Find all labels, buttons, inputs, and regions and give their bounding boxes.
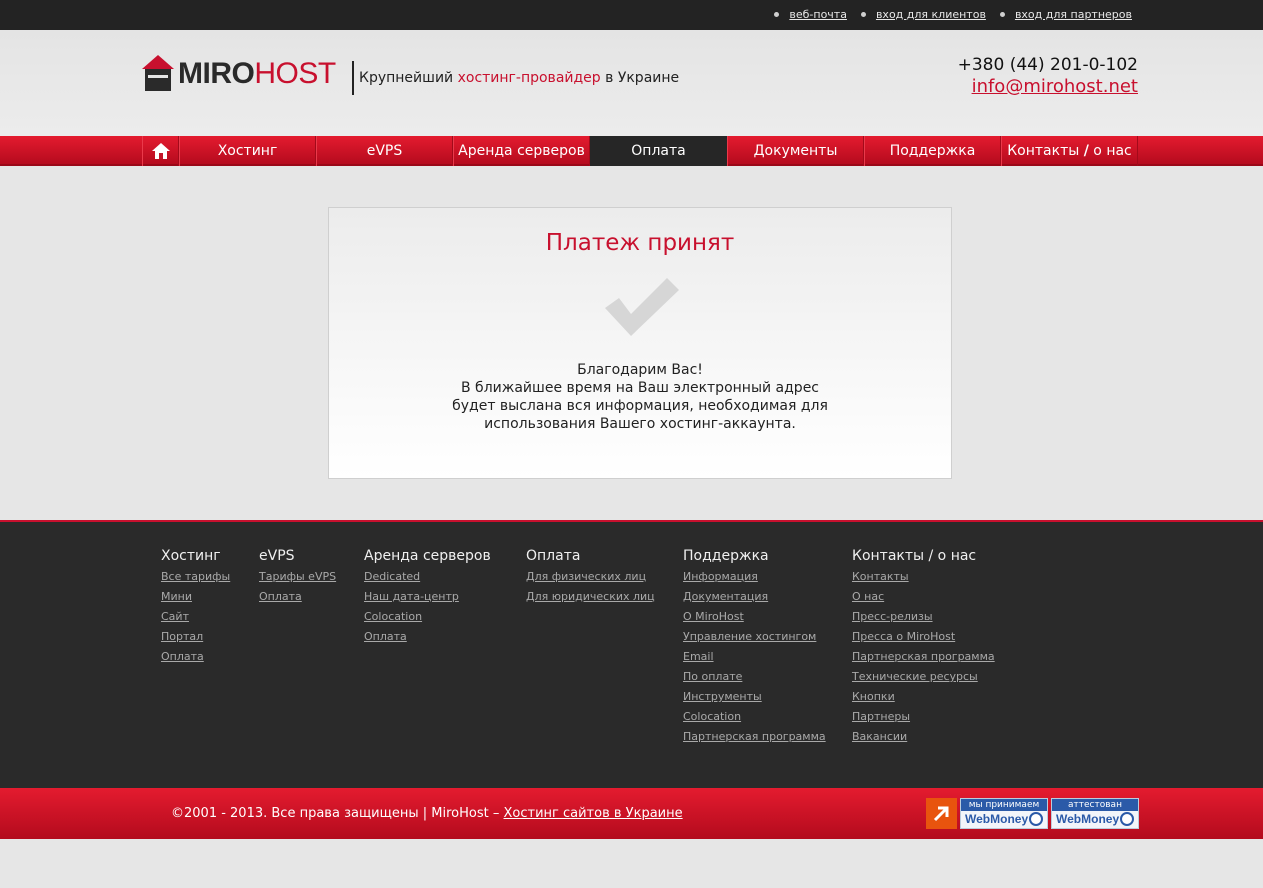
footer-link[interactable]: Партнерская программа: [852, 647, 995, 667]
footer-link[interactable]: Colocation: [683, 707, 826, 727]
message-line: будет выслана вся информация, необходима…: [452, 398, 828, 414]
bullet-icon: [774, 12, 780, 17]
webmoney-accept-badge[interactable]: мы принимаем WebMoney: [960, 798, 1048, 829]
top-bar: веб-почта вход для клиентов вход для пар…: [0, 0, 1263, 30]
phone-number: +380 (44) 201-0-102: [957, 55, 1138, 75]
payment-badges: мы принимаем WebMoney аттестован WebMone…: [926, 798, 1139, 829]
footer-heading: eVPS: [259, 548, 295, 564]
site-footer: Хостинг Все тарифы Мини Сайт Портал Опла…: [0, 520, 1263, 788]
nav-home[interactable]: [142, 136, 179, 166]
client-login-link[interactable]: вход для клиентов: [876, 8, 986, 21]
top-link-webmail: веб-почта: [774, 8, 847, 21]
footer-link[interactable]: Пресс-релизы: [852, 607, 995, 627]
webmail-link[interactable]: веб-почта: [789, 8, 847, 21]
footer-link[interactable]: Оплата: [161, 647, 230, 667]
message-line: использования Вашего хостинг-аккаунта.: [484, 416, 796, 432]
logo-divider: [352, 61, 354, 95]
nav-support[interactable]: Поддержка: [864, 136, 1001, 166]
footer-heading: Хостинг: [161, 548, 221, 564]
footer-link[interactable]: Email: [683, 647, 826, 667]
footer-col-hosting: Хостинг Все тарифы Мини Сайт Портал Опла…: [161, 547, 230, 667]
house-logo-icon: [142, 55, 174, 93]
footer-link[interactable]: Кнопки: [852, 687, 995, 707]
footer-col-servers: Аренда серверов Dedicated Наш дата-центр…: [364, 547, 491, 647]
footer-link[interactable]: Мини: [161, 587, 230, 607]
footer-col-contacts: Контакты / о нас Контакты О нас Пресс-ре…: [852, 547, 995, 747]
footer-link[interactable]: Партнеры: [852, 707, 995, 727]
home-icon: [151, 143, 170, 159]
footer-link[interactable]: Наш дата-центр: [364, 587, 491, 607]
copyright: ©2001 - 2013. Все права защищены | MiroH…: [171, 806, 683, 821]
footer-link[interactable]: Вакансии: [852, 727, 995, 747]
message-line: Благодарим Вас!: [577, 362, 703, 378]
footer-link[interactable]: Информация: [683, 567, 826, 587]
footer-link[interactable]: О MiroHost: [683, 607, 826, 627]
main-nav: Хостинг eVPS Аренда серверов Оплата Доку…: [0, 136, 1263, 166]
site-logo[interactable]: MIROHOST: [142, 54, 336, 94]
footer-link[interactable]: О нас: [852, 587, 995, 607]
email-link[interactable]: info@mirohost.net: [972, 76, 1138, 97]
payment-message: Благодарим Вас! В ближайшее время на Ваш…: [329, 361, 951, 433]
payment-title: Платеж принят: [545, 230, 735, 256]
footer-link[interactable]: Партнерская программа: [683, 727, 826, 747]
page-background: [0, 839, 1263, 888]
message-line: В ближайшее время на Ваш электронный адр…: [461, 380, 819, 396]
footer-link[interactable]: Сайт: [161, 607, 230, 627]
nav-evps[interactable]: eVPS: [316, 136, 453, 166]
top-link-partners: вход для партнеров: [999, 8, 1132, 21]
bullet-icon: [860, 12, 866, 17]
header-contact: +380 (44) 201-0-102 info@mirohost.net: [958, 54, 1138, 98]
footer-link[interactable]: Оплата: [364, 627, 491, 647]
footer-col-support: Поддержка Информация Документация О Miro…: [683, 547, 826, 747]
footer-link[interactable]: Управление хостингом: [683, 627, 826, 647]
footer-link[interactable]: Портал: [161, 627, 230, 647]
footer-link[interactable]: Все тарифы: [161, 567, 230, 587]
footer-link[interactable]: Технические ресурсы: [852, 667, 995, 687]
arrow-badge-icon[interactable]: [926, 798, 957, 829]
footer-heading: Оплата: [526, 548, 581, 564]
nav-payment[interactable]: Оплата: [590, 136, 727, 166]
bullet-icon: [999, 12, 1005, 17]
top-link-clients: вход для клиентов: [860, 8, 986, 21]
tagline: Крупнейший хостинг-провайдер в Украине: [359, 70, 680, 86]
footer-link[interactable]: Тарифы eVPS: [259, 567, 336, 587]
globe-icon: [1120, 812, 1134, 826]
footer-col-payment: Оплата Для физических лиц Для юридически…: [526, 547, 655, 607]
footer-link[interactable]: Оплата: [259, 587, 336, 607]
nav-hosting[interactable]: Хостинг: [179, 136, 316, 166]
footer-heading: Контакты / о нас: [852, 548, 977, 564]
footer-link[interactable]: Для физических лиц: [526, 567, 655, 587]
nav-documents[interactable]: Документы: [727, 136, 864, 166]
logo-text: MIROHOST: [178, 57, 336, 90]
footer-link[interactable]: Контакты: [852, 567, 995, 587]
footer-link[interactable]: Документация: [683, 587, 826, 607]
footer-link[interactable]: Dedicated: [364, 567, 491, 587]
footer-heading: Поддержка: [683, 548, 769, 564]
partner-login-link[interactable]: вход для партнеров: [1015, 8, 1132, 21]
bottom-bar: ©2001 - 2013. Все права защищены | MiroH…: [0, 788, 1263, 839]
payment-confirmation-card: Платеж принят Благодарим Вас! В ближайше…: [328, 207, 952, 479]
checkmark-icon: [605, 278, 679, 336]
nav-contacts[interactable]: Контакты / о нас: [1001, 136, 1138, 166]
globe-icon: [1029, 812, 1043, 826]
footer-link[interactable]: Пресса о MiroHost: [852, 627, 995, 647]
footer-link[interactable]: Для юридических лиц: [526, 587, 655, 607]
footer-col-evps: eVPS Тарифы eVPS Оплата: [259, 547, 336, 607]
nav-servers[interactable]: Аренда серверов: [453, 136, 590, 166]
top-links: веб-почта вход для клиентов вход для пар…: [774, 8, 1132, 21]
footer-link[interactable]: Colocation: [364, 607, 491, 627]
footer-link[interactable]: Инструменты: [683, 687, 826, 707]
site-header: MIROHOST Крупнейший хостинг-провайдер в …: [0, 30, 1263, 136]
webmoney-certified-badge[interactable]: аттестован WebMoney: [1051, 798, 1139, 829]
footer-heading: Аренда серверов: [364, 548, 491, 564]
footer-link[interactable]: По оплате: [683, 667, 826, 687]
hosting-link[interactable]: Хостинг сайтов в Украине: [504, 806, 683, 821]
main-content: Платеж принят Благодарим Вас! В ближайше…: [0, 166, 1263, 520]
